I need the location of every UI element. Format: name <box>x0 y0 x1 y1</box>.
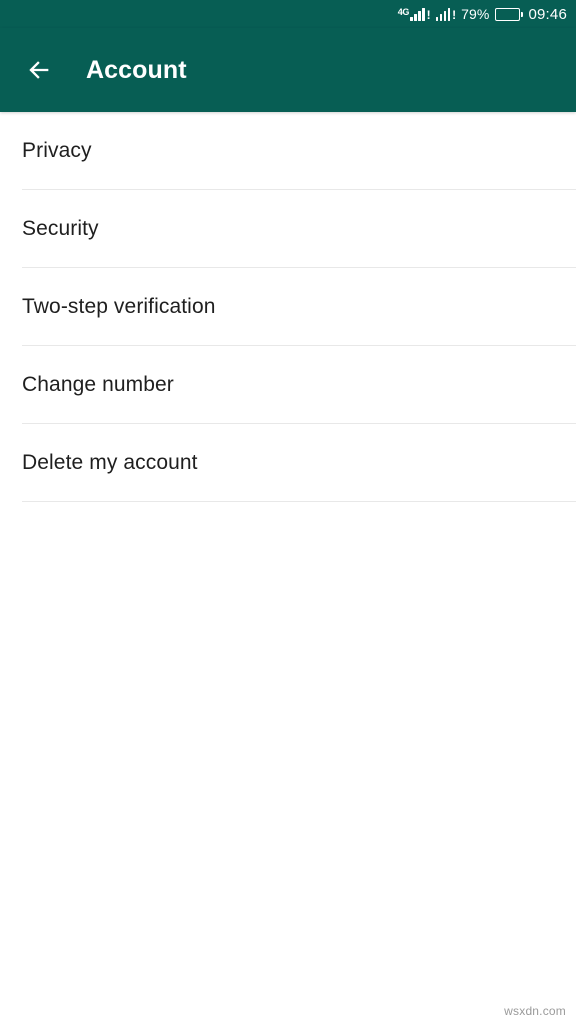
list-item-security[interactable]: Security <box>0 190 576 267</box>
list-item-label: Privacy <box>22 138 92 162</box>
phone-screen: 4G ! ! 79% 09:46 Account Privacy Securit… <box>0 0 576 1024</box>
status-bar-right-cluster: 4G ! ! 79% 09:46 <box>398 7 567 22</box>
battery-percent-label: 79% <box>461 6 490 22</box>
arrow-left-icon <box>25 56 53 84</box>
battery-icon <box>495 7 524 21</box>
list-item-label: Delete my account <box>22 450 198 474</box>
signal-bars-sim2-icon <box>435 7 451 21</box>
app-bar: Account <box>0 28 576 112</box>
watermark: wsxdn.com <box>504 1004 566 1018</box>
network-type-label: 4G <box>397 7 410 17</box>
list-item-label: Change number <box>22 372 174 396</box>
sim1-alert-badge: ! <box>426 8 431 22</box>
list-item-change-number[interactable]: Change number <box>0 346 576 423</box>
sim2-alert-badge: ! <box>452 8 457 22</box>
signal-bars-sim1-icon <box>410 7 425 21</box>
list-item-delete-my-account[interactable]: Delete my account <box>0 424 576 501</box>
status-bar: 4G ! ! 79% 09:46 <box>0 0 576 28</box>
page-title: Account <box>86 55 187 84</box>
list-empty-area <box>0 502 576 1024</box>
list-item-two-step-verification[interactable]: Two-step verification <box>0 268 576 345</box>
list-item-label: Security <box>22 216 99 240</box>
settings-list: Privacy Security Two-step verification C… <box>0 112 576 1024</box>
status-bar-clock: 09:46 <box>528 5 567 23</box>
list-item-label: Two-step verification <box>22 294 216 318</box>
back-button[interactable] <box>22 53 56 87</box>
sim1-signal-group: 4G ! <box>398 7 431 21</box>
list-item-privacy[interactable]: Privacy <box>0 112 576 189</box>
sim2-signal-group: ! <box>435 7 457 22</box>
